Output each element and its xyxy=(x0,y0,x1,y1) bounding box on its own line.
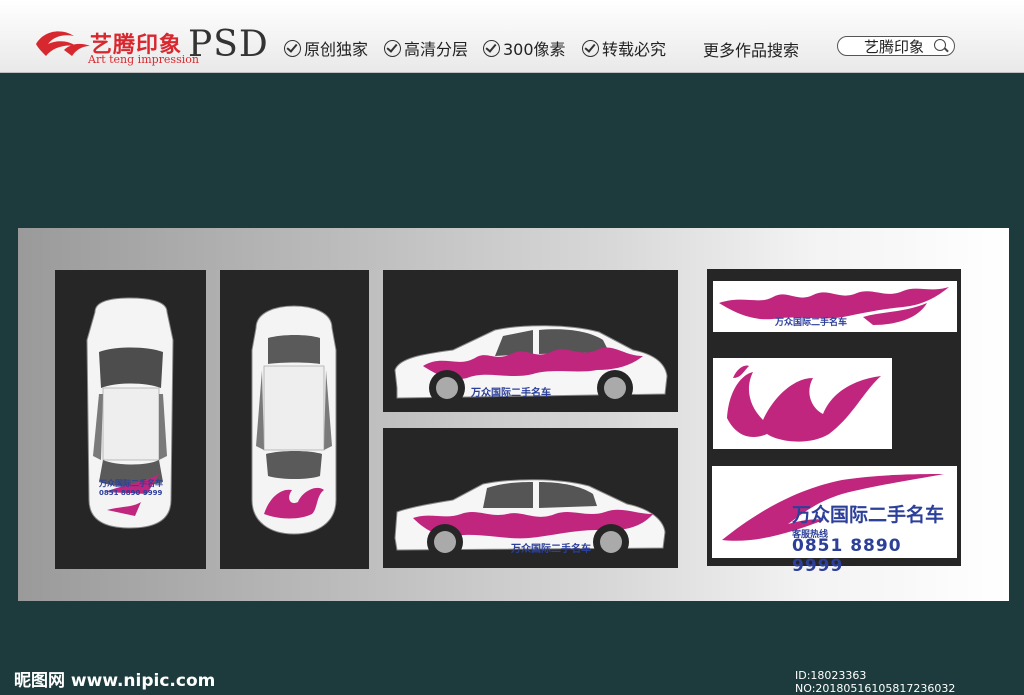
side-right-company-label: 万众国际二手名车 xyxy=(511,544,591,555)
check-icon xyxy=(483,39,500,57)
top-view-phone-label: 0851 8890 9999 xyxy=(99,489,163,497)
panel-top-view-rear xyxy=(220,270,369,569)
image-id-label: ID:18023363 NO:20180516105817236032 xyxy=(795,669,956,695)
brand-logo-icon xyxy=(36,31,90,56)
strip-company-label: 万众国际二手名车 xyxy=(775,318,848,328)
feature-original: 原创独家 xyxy=(284,36,368,60)
check-icon xyxy=(384,39,401,57)
decal-flame-strip: 万众国际二手名车 xyxy=(713,281,957,332)
format-label: PSD xyxy=(188,24,269,65)
decal-logo-panel: 万众国际二手名车 客服热线 0851 8890 9999 xyxy=(712,466,957,576)
check-icon xyxy=(284,39,301,57)
more-works-link[interactable]: 更多作品搜索 xyxy=(703,37,799,61)
logo-company-label: 万众国际二手名车 xyxy=(792,504,945,526)
side-left-company-label: 万众国际二手名车 xyxy=(471,388,551,399)
car-top-view-rear-icon xyxy=(251,305,337,535)
decal-flame-large xyxy=(713,358,892,449)
car-top-view-icon xyxy=(86,297,174,529)
panel-side-view-left: 万众国际二手名车 xyxy=(383,270,678,412)
hotline-phone: 0851 8890 9999 xyxy=(792,536,902,576)
feature-copyright: 转载必究 xyxy=(582,36,666,60)
top-banner: 艺腾印象 Art teng impression PSD 原创独家 高清分层 3… xyxy=(0,0,1024,73)
feature-hd-layers: 高清分层 xyxy=(384,36,468,60)
site-watermark: 昵图网 www.nipic.com xyxy=(14,671,216,691)
panel-side-view-right: 万众国际二手名车 xyxy=(383,428,678,568)
brand-name-en: Art teng impression xyxy=(88,53,199,66)
flame-large-icon xyxy=(727,365,881,442)
top-view-company-label: 万众国际二手名车 xyxy=(99,479,163,488)
check-icon xyxy=(582,39,599,57)
search-icon[interactable] xyxy=(934,39,946,51)
panel-top-view-front: 万众国际二手名车 0851 8890 9999 xyxy=(55,270,206,569)
feature-300dpi: 300像素 xyxy=(483,36,566,60)
